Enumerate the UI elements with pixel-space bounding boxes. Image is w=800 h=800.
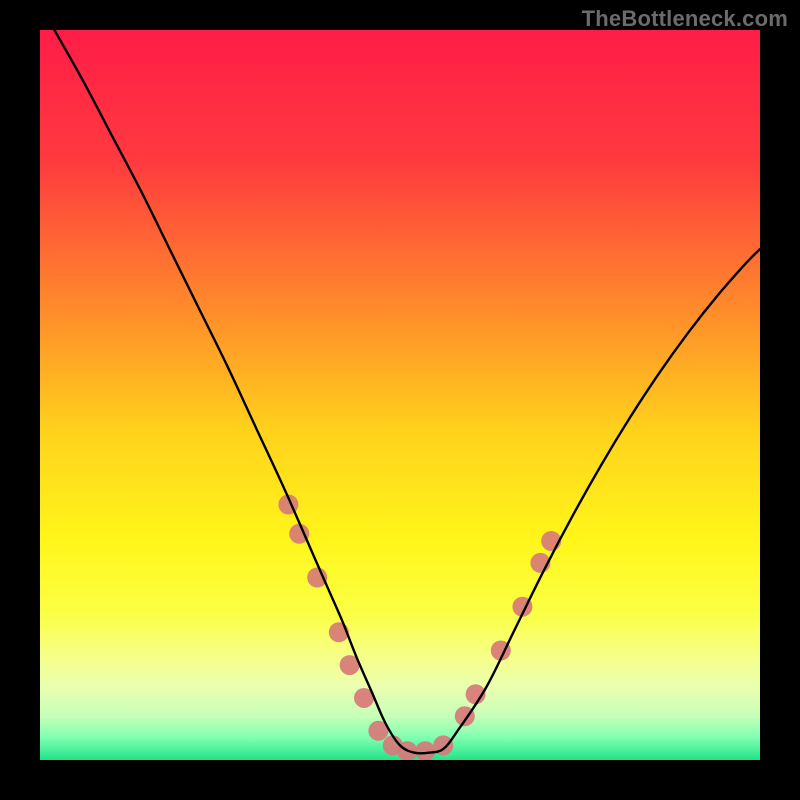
chart-svg bbox=[40, 30, 760, 760]
highlight-dots-group bbox=[278, 495, 561, 761]
chart-root: TheBottleneck.com bbox=[0, 0, 800, 800]
bottleneck-curve bbox=[54, 30, 760, 753]
plot-area bbox=[40, 30, 760, 760]
highlight-dot bbox=[415, 741, 435, 760]
watermark-text: TheBottleneck.com bbox=[582, 6, 788, 32]
